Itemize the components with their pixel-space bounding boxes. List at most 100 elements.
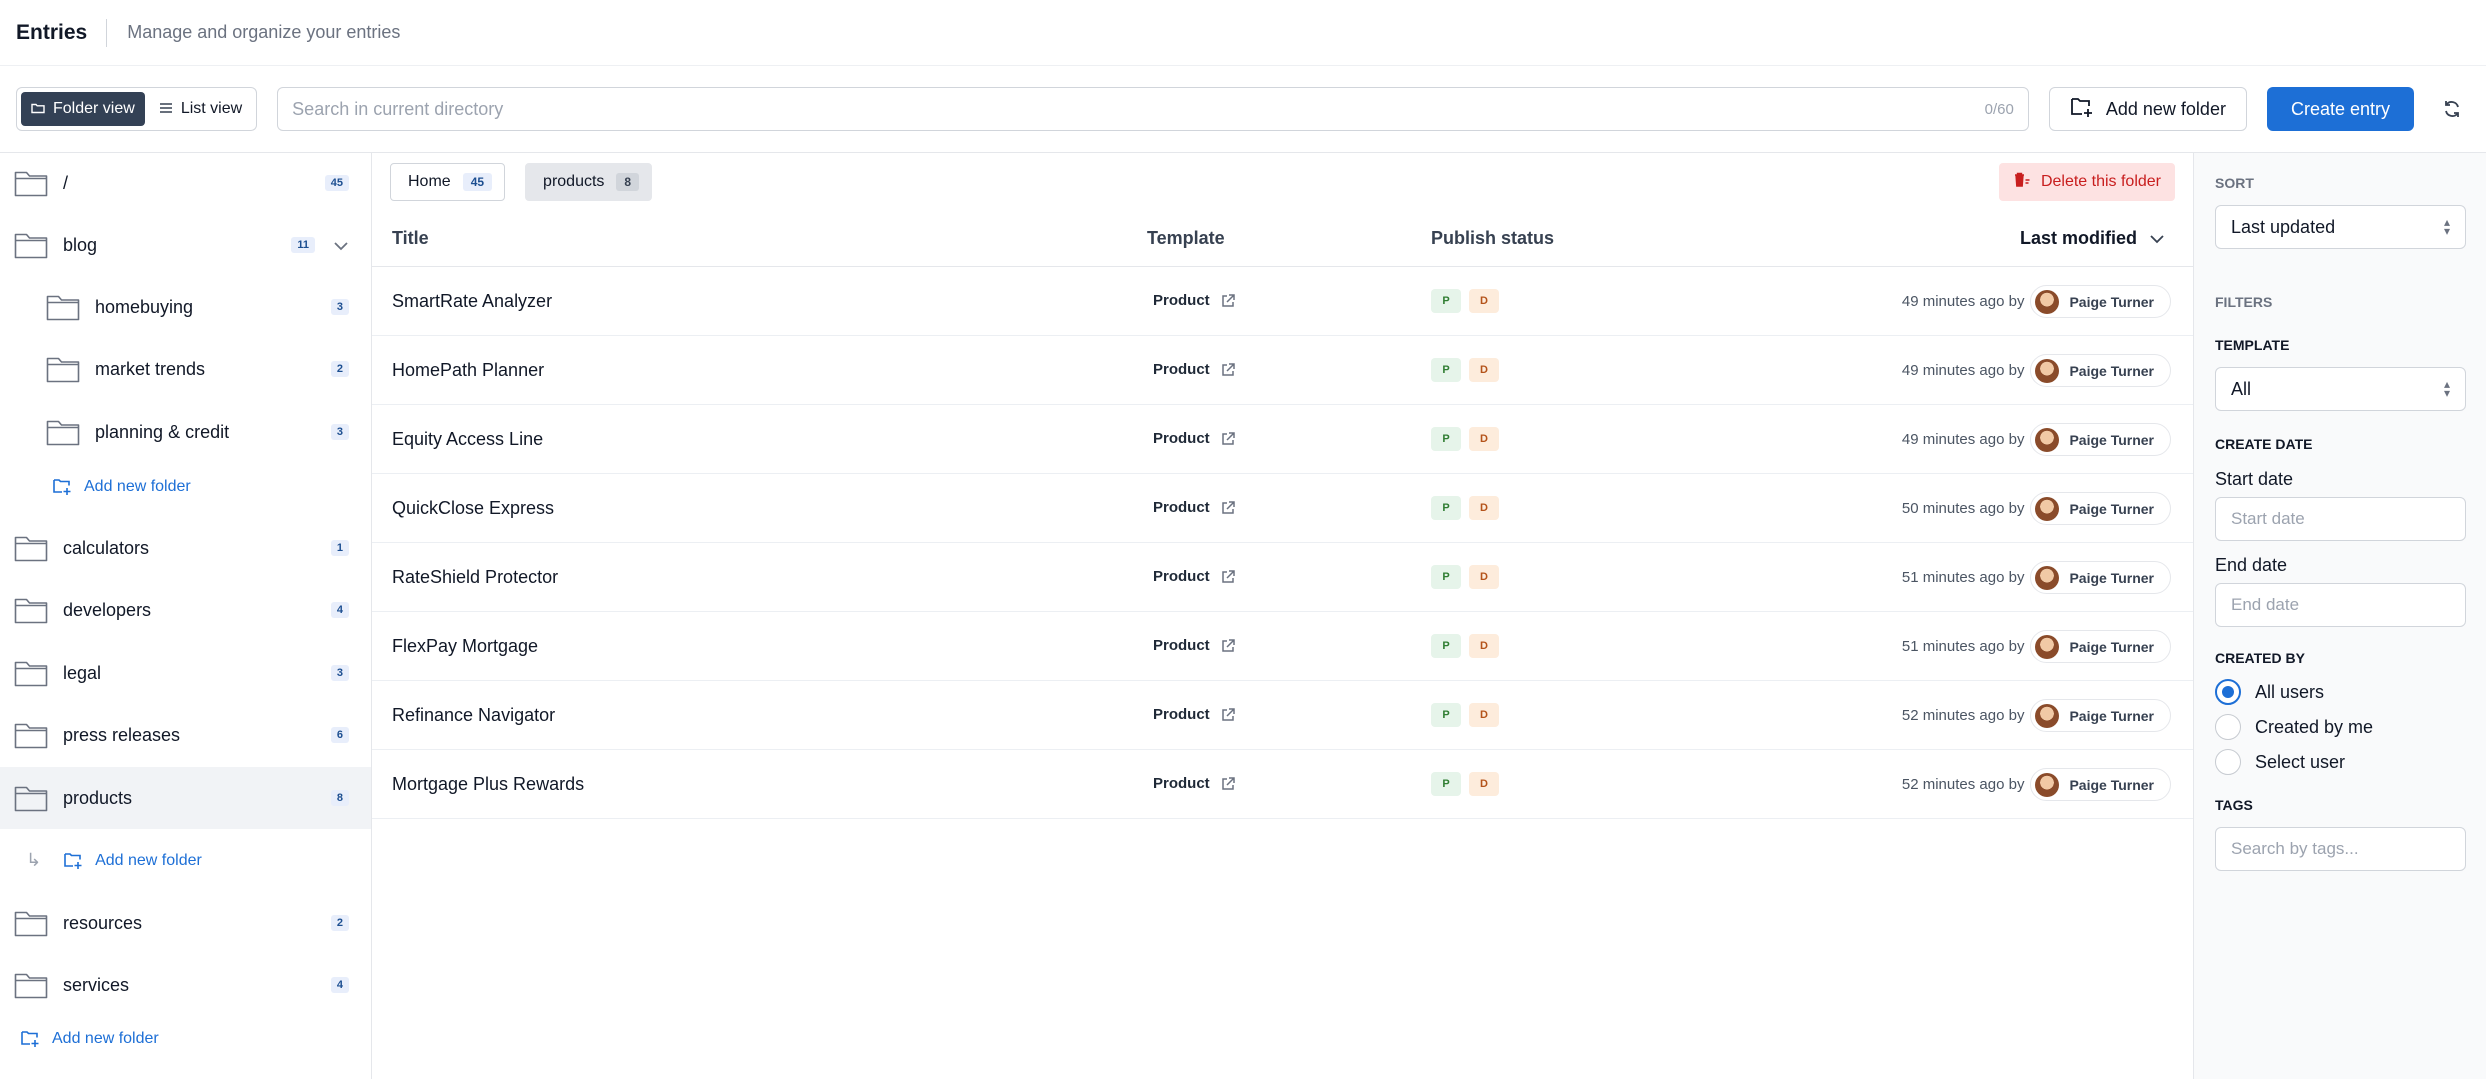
count-badge: 2	[330, 915, 349, 931]
count-badge: 3	[330, 299, 349, 315]
template-select[interactable]: All ▴ ▾	[2215, 367, 2466, 411]
sidebar-folder-legal[interactable]: legal 3	[0, 643, 371, 703]
table-row[interactable]: Equity Access Line Product PD 49 minutes…	[372, 405, 2193, 474]
column-last-modified[interactable]: Last modified	[2020, 228, 2165, 249]
sidebar-folder-press-releases[interactable]: press releases 6	[0, 705, 371, 765]
radio-checked[interactable]	[2215, 679, 2241, 705]
status-draft-badge: D	[1469, 496, 1499, 520]
count-badge: 45	[462, 173, 493, 191]
user-chip[interactable]: Paige Turner	[2030, 285, 2171, 318]
template-link[interactable]: Product	[1153, 637, 1236, 654]
user-chip[interactable]: Paige Turner	[2030, 423, 2171, 456]
table-row[interactable]: FlexPay Mortgage Product PD 51 minutes a…	[372, 612, 2193, 681]
last-modified: 49 minutes ago by Paige Turner	[1902, 354, 2171, 387]
entry-title[interactable]: Equity Access Line	[392, 429, 543, 450]
folder-name: developers	[63, 599, 152, 620]
refresh-icon[interactable]	[2434, 91, 2470, 127]
created-by-label: CREATED BY	[2215, 650, 2305, 666]
template-link[interactable]: Product	[1153, 430, 1236, 447]
table-row[interactable]: SmartRate Analyzer Product PD 49 minutes…	[372, 267, 2193, 336]
publish-status: PD	[1431, 772, 1499, 796]
entry-title[interactable]: Mortgage Plus Rewards	[392, 774, 584, 795]
sidebar-folder-products[interactable]: products 8	[0, 767, 371, 829]
sidebar-folder-services[interactable]: services 4	[0, 955, 371, 1015]
column-title[interactable]: Title	[392, 228, 429, 249]
table-row[interactable]: Refinance Navigator Product PD 52 minute…	[372, 681, 2193, 750]
table-row[interactable]: RateShield Protector Product PD 51 minut…	[372, 543, 2193, 612]
entry-title[interactable]: Refinance Navigator	[392, 705, 555, 726]
table-row[interactable]: QuickClose Express Product PD 50 minutes…	[372, 474, 2193, 543]
add-subfolder-link[interactable]: Add new folder	[52, 477, 191, 497]
template-link[interactable]: Product	[1153, 361, 1236, 378]
folder-view-button[interactable]: Folder view	[21, 92, 145, 126]
folder-icon	[14, 536, 48, 562]
last-modified: 49 minutes ago by Paige Turner	[1902, 423, 2171, 456]
radio-all-users[interactable]: All users	[2215, 679, 2324, 705]
sidebar-folder-root[interactable]: / 45	[0, 153, 371, 213]
search-input[interactable]	[292, 98, 1985, 120]
sidebar-folder-planning-credit[interactable]: planning & credit 3	[0, 402, 371, 462]
list-view-label: List view	[180, 100, 243, 117]
sidebar-folder-developers[interactable]: developers 4	[0, 580, 371, 640]
user-chip[interactable]: Paige Turner	[2030, 492, 2171, 525]
folder-name: resources	[63, 912, 143, 933]
avatar	[2035, 565, 2060, 590]
radio-unchecked[interactable]	[2215, 714, 2241, 740]
breadcrumb-products[interactable]: products 8	[525, 163, 653, 201]
template-link[interactable]: Product	[1153, 499, 1236, 516]
chevron-down-icon[interactable]	[333, 235, 349, 256]
add-root-folder-link[interactable]: Add new folder	[20, 1029, 159, 1049]
table-row[interactable]: Mortgage Plus Rewards Product PD 52 minu…	[372, 750, 2193, 819]
list-view-button[interactable]: List view	[149, 92, 252, 126]
publish-status: PD	[1431, 358, 1499, 382]
add-folder-label: Add new folder	[95, 851, 202, 869]
entry-title[interactable]: FlexPay Mortgage	[392, 636, 538, 657]
entry-title[interactable]: HomePath Planner	[392, 360, 544, 381]
create-entry-button[interactable]: Create entry	[2266, 87, 2414, 131]
entry-title[interactable]: RateShield Protector	[392, 567, 558, 588]
end-date-label: End date	[2215, 555, 2288, 575]
radio-unchecked[interactable]	[2215, 749, 2241, 775]
template-link[interactable]: Product	[1153, 292, 1236, 309]
template-label: Product	[1153, 568, 1210, 585]
radio-select-user[interactable]: Select user	[2215, 749, 2345, 775]
list-icon	[159, 101, 173, 117]
sidebar-folder-homebuying[interactable]: homebuying 3	[0, 277, 371, 337]
column-template[interactable]: Template	[1147, 228, 1225, 249]
delete-folder-button[interactable]: Delete this folder	[1998, 163, 2175, 201]
breadcrumb-home[interactable]: Home 45	[390, 163, 506, 201]
add-folder-button[interactable]: Add new folder	[2048, 87, 2247, 131]
sidebar-folder-blog[interactable]: blog 11	[0, 215, 371, 275]
user-name: Paige Turner	[2069, 776, 2154, 793]
user-chip[interactable]: Paige Turner	[2030, 630, 2171, 663]
sidebar-folder-calculators[interactable]: calculators 1	[0, 518, 371, 578]
entry-title[interactable]: QuickClose Express	[392, 498, 554, 519]
template-link[interactable]: Product	[1153, 706, 1236, 723]
sidebar-folder-resources[interactable]: resources 2	[0, 893, 371, 953]
radio-created-by-me[interactable]: Created by me	[2215, 714, 2373, 740]
template-link[interactable]: Product	[1153, 775, 1236, 792]
user-chip[interactable]: Paige Turner	[2030, 561, 2171, 594]
sidebar-folder-market-trends[interactable]: market trends 2	[0, 339, 371, 399]
template-link[interactable]: Product	[1153, 568, 1236, 585]
column-publish-status[interactable]: Publish status	[1431, 228, 1554, 249]
end-date-field[interactable]	[2215, 583, 2466, 627]
tags-search-input[interactable]	[2215, 827, 2466, 871]
select-arrows-icon: ▴ ▾	[2443, 377, 2450, 400]
table-row[interactable]: HomePath Planner Product PD 49 minutes a…	[372, 336, 2193, 405]
user-name: Paige Turner	[2069, 500, 2154, 517]
user-chip[interactable]: Paige Turner	[2030, 699, 2171, 732]
radio-label: Select user	[2255, 751, 2346, 772]
avatar	[2035, 703, 2060, 728]
user-chip[interactable]: Paige Turner	[2030, 354, 2171, 387]
folder-name: products	[63, 787, 133, 808]
publish-status: PD	[1431, 496, 1499, 520]
user-chip[interactable]: Paige Turner	[2030, 768, 2171, 801]
sort-select[interactable]: Last updated ▴ ▾	[2215, 205, 2466, 249]
folder-open-icon	[31, 101, 45, 117]
start-date-field[interactable]	[2215, 497, 2466, 541]
entry-title[interactable]: SmartRate Analyzer	[392, 291, 552, 312]
modified-time: 50 minutes ago by	[1901, 500, 2025, 517]
add-folder-label: Add new folder	[52, 1030, 159, 1047]
add-subfolder-link[interactable]: ↳ Add new folder	[26, 850, 202, 871]
